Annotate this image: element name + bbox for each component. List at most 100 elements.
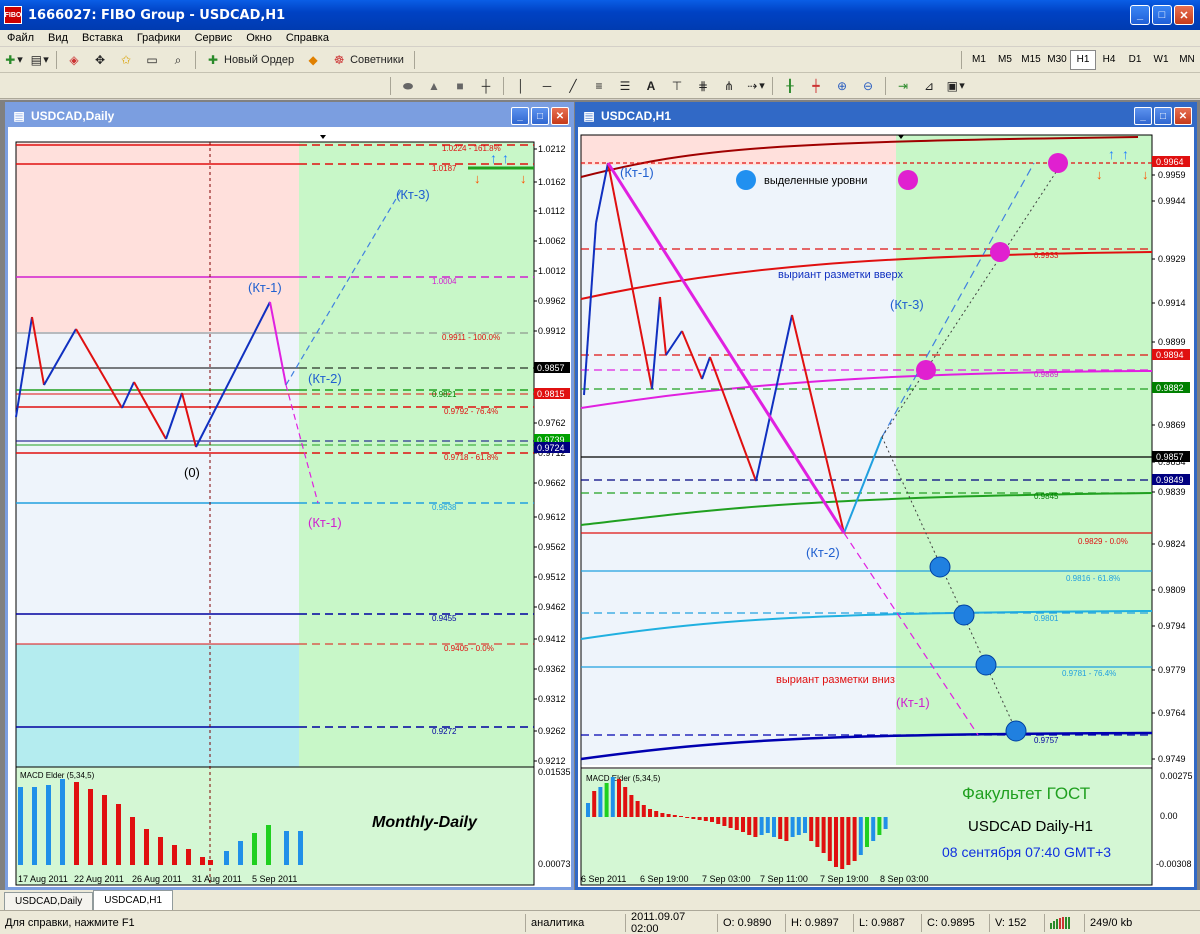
zoom-out-button[interactable]: ⊖ xyxy=(857,76,879,96)
point-label: (Кт-1) xyxy=(896,695,930,710)
tf-mn[interactable]: MN xyxy=(1174,50,1200,70)
zone-pink xyxy=(16,142,299,332)
tab-usdcad-h1[interactable]: USDCAD,H1 xyxy=(93,890,174,910)
market-watch-icon: ◈ xyxy=(69,52,79,67)
tf-m5[interactable]: M5 xyxy=(992,50,1018,70)
price-axis-label: 0.9512 xyxy=(538,572,566,582)
status-close: C: 0.9895 xyxy=(921,913,989,932)
daily-window-titlebar[interactable]: ▤ USDCAD,Daily _ □ ✕ xyxy=(8,105,571,127)
daily-chart-canvas[interactable]: 1.0212 1.0162 1.0112 1.0062 1.0012 0.9962 0.99… xyxy=(8,127,571,887)
daily-minimize-button[interactable]: _ xyxy=(511,107,529,125)
new-order-button[interactable]: ✚ Новый Ордер xyxy=(202,50,298,70)
market-watch-button[interactable]: ◈ xyxy=(63,50,85,70)
price-axis-label: 0.9794 xyxy=(1158,621,1186,631)
menu-charts[interactable]: Графики xyxy=(130,32,188,44)
profiles-button[interactable]: ▤ ▾ xyxy=(28,50,50,70)
triangle-tool[interactable]: ▲ xyxy=(423,76,445,96)
chart-window-h1[interactable]: ▤ USDCAD,H1 _ □ ✕ 0.9959 0.9944 0.9929 0.99… xyxy=(575,102,1197,890)
tf-m30[interactable]: M30 xyxy=(1044,50,1070,70)
maximize-button[interactable]: □ xyxy=(1152,5,1172,25)
chart-shift-button[interactable]: ⊿ xyxy=(918,76,940,96)
tester-button[interactable]: ⌕ xyxy=(167,50,189,70)
macd-bar xyxy=(238,841,243,865)
tf-m1[interactable]: M1 xyxy=(966,50,992,70)
fib-level-label: 0.9781 - 76.4% xyxy=(1062,669,1116,678)
channel-tool[interactable]: ≡ xyxy=(588,76,610,96)
indicators-button[interactable]: ▣ ▾ xyxy=(944,76,966,96)
ellipse-tool[interactable]: ⬬ xyxy=(397,76,419,96)
minimize-button[interactable]: _ xyxy=(1130,5,1150,25)
h1-window-titlebar[interactable]: ▤ USDCAD,H1 _ □ ✕ xyxy=(578,105,1194,127)
fib-level-label: 1.0004 xyxy=(432,277,457,286)
crosshair-icon: ✥ xyxy=(94,52,106,67)
tf-m15[interactable]: M15 xyxy=(1018,50,1044,70)
status-high: H: 0.9897 xyxy=(785,913,853,932)
navigator-button[interactable]: ✩ xyxy=(115,50,137,70)
close-button[interactable]: ✕ xyxy=(1174,5,1194,25)
h1-minimize-button[interactable]: _ xyxy=(1134,107,1152,125)
rectangle-tool[interactable]: ■ xyxy=(449,76,471,96)
menu-bar: Файл Вид Вставка Графики Сервис Окно Спр… xyxy=(0,30,1200,46)
menu-help[interactable]: Справка xyxy=(279,32,336,44)
macd-bar xyxy=(784,817,789,841)
crosshair-tool[interactable]: ┼ xyxy=(475,76,497,96)
trendline-tool[interactable]: ╱ xyxy=(562,76,584,96)
highlight-circle-magenta xyxy=(1048,153,1068,173)
highlight-circle-blue xyxy=(1005,720,1027,742)
price-axis-label: 0.9944 xyxy=(1158,196,1186,206)
vertical-line-tool[interactable]: │ xyxy=(510,76,532,96)
terminal-button[interactable]: ▭ xyxy=(141,50,163,70)
up-arrow-icon: ↑ xyxy=(490,150,497,166)
new-chart-button[interactable]: ✚ ▾ xyxy=(2,50,24,70)
menu-insert[interactable]: Вставка xyxy=(75,32,130,44)
macd-bar xyxy=(722,817,727,826)
menu-window[interactable]: Окно xyxy=(239,32,279,44)
status-profile[interactable]: аналитика xyxy=(525,913,625,932)
data-window-button[interactable]: ✥ xyxy=(89,50,111,70)
macd-bar xyxy=(753,817,758,837)
down-arrow-icon: ↓ xyxy=(520,171,527,186)
expert-advisors-button[interactable]: ☸ Советники xyxy=(328,50,408,70)
macd-bar xyxy=(610,777,615,817)
price-axis-label: 0.9312 xyxy=(538,694,566,704)
metaeditor-button[interactable]: ◆ xyxy=(302,50,324,70)
time-axis-label: 17 Aug 2011 xyxy=(18,874,68,884)
price-axis-label: 0.9914 xyxy=(1158,298,1186,308)
macd-bar xyxy=(710,817,714,822)
fibo-tool[interactable]: ☰ xyxy=(614,76,636,96)
pitchfork-tool[interactable]: ⋔ xyxy=(718,76,740,96)
chart-window-daily[interactable]: ▤ USDCAD,Daily _ □ ✕ 1.0212 1.0162 1.0112 1… xyxy=(5,102,574,890)
bar-chart-button[interactable]: ╂ xyxy=(779,76,801,96)
tf-h4[interactable]: H4 xyxy=(1096,50,1122,70)
daily-close-button[interactable]: ✕ xyxy=(551,107,569,125)
menu-tools[interactable]: Сервис xyxy=(188,32,240,44)
macd-bar xyxy=(852,817,857,861)
macd-bar xyxy=(666,814,671,817)
menu-view[interactable]: Вид xyxy=(41,32,75,44)
autoscroll-button[interactable]: ⇥ xyxy=(892,76,914,96)
daily-maximize-button[interactable]: □ xyxy=(531,107,549,125)
tab-usdcad-daily[interactable]: USDCAD,Daily xyxy=(4,892,94,910)
h1-maximize-button[interactable]: □ xyxy=(1154,107,1172,125)
macd-bar xyxy=(130,817,135,865)
gann-tool[interactable]: ⋕ xyxy=(692,76,714,96)
gann-icon: ⋕ xyxy=(697,78,709,93)
h1-close-button[interactable]: ✕ xyxy=(1174,107,1192,125)
candles-button[interactable]: ┿ xyxy=(805,76,827,96)
menu-file[interactable]: Файл xyxy=(0,32,41,44)
h1-chart-canvas[interactable]: 0.9959 0.9944 0.9929 0.9914 0.9899 0.9869 0.98… xyxy=(578,127,1194,887)
tf-d1[interactable]: D1 xyxy=(1122,50,1148,70)
macd-axis-label: -0.00308 xyxy=(1156,859,1192,869)
metaeditor-icon: ◆ xyxy=(308,52,318,67)
faculty-label: Факультет ГОСТ xyxy=(962,784,1090,803)
vertical-line-icon: │ xyxy=(517,78,525,93)
arrows-tool[interactable]: ⇢ ▾ xyxy=(744,76,766,96)
horizontal-line-tool[interactable]: ─ xyxy=(536,76,558,96)
tf-h1[interactable]: H1 xyxy=(1070,49,1096,70)
zoom-in-button[interactable]: ⊕ xyxy=(831,76,853,96)
tf-w1[interactable]: W1 xyxy=(1148,50,1174,70)
price-tag-text: 0.9815 xyxy=(537,389,565,399)
label-tool[interactable]: ⊤ xyxy=(666,76,688,96)
price-axis-label: 0.9912 xyxy=(538,326,566,336)
text-tool[interactable]: A xyxy=(640,76,662,96)
